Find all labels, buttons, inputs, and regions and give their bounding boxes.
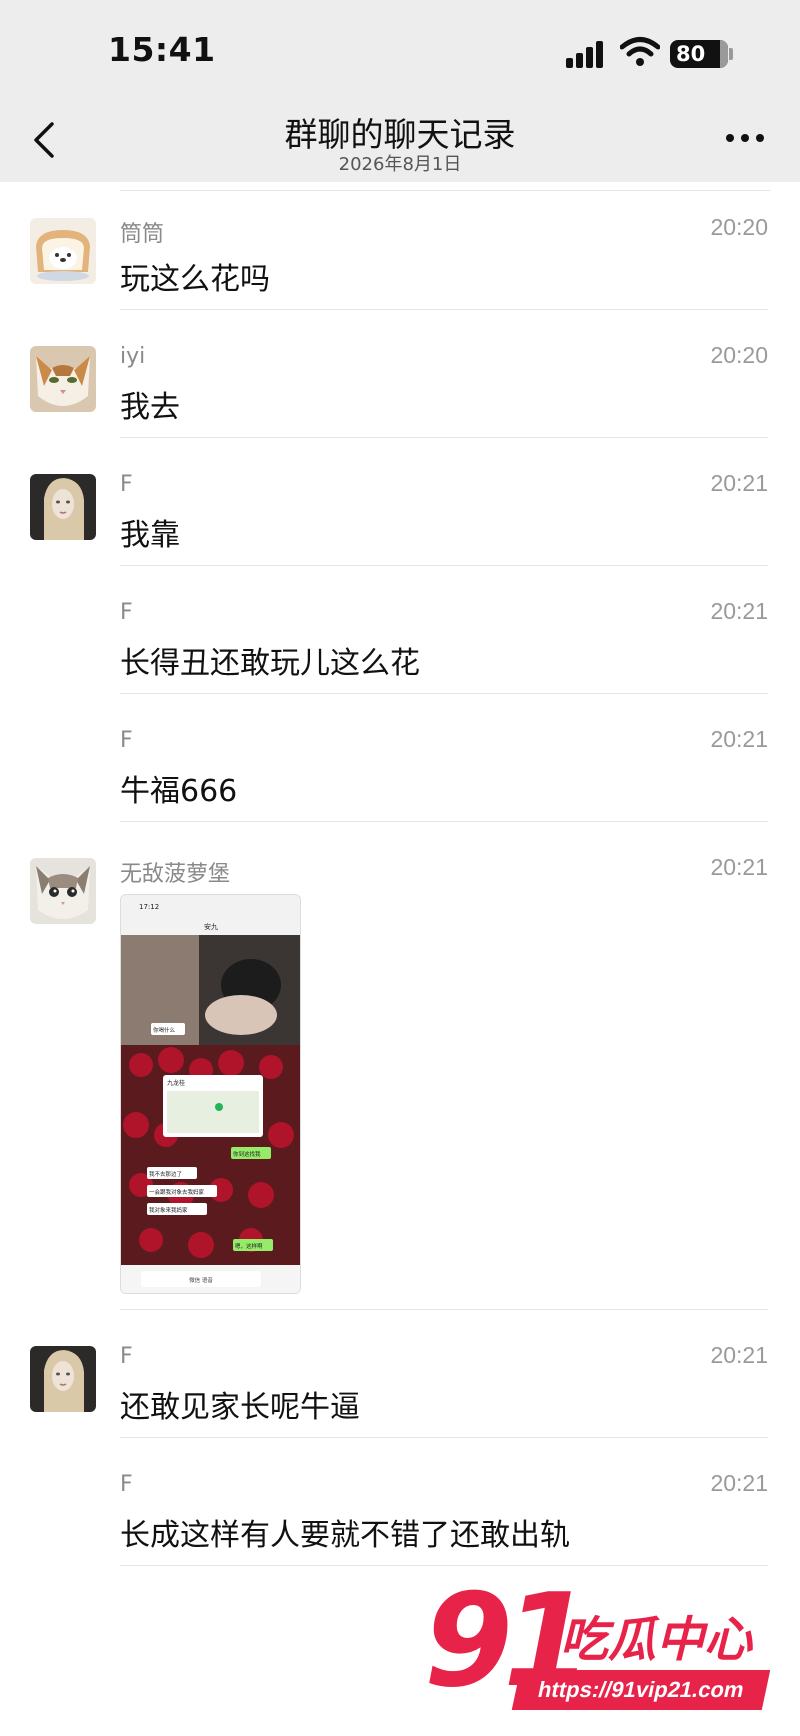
sender-name: F <box>120 1472 133 1497</box>
message-item-image[interactable]: 无敌菠萝堡 20:21 17:12 安九 你喝什么 九龙桂 你到这找我 我不去那… <box>0 822 800 1310</box>
message-item[interactable]: F 20:21 我靠 <box>0 438 800 566</box>
screenshot-bubble: 我不去那边了 <box>149 1170 182 1178</box>
wifi-icon <box>620 37 660 66</box>
sender-name: F <box>120 472 133 497</box>
sender-name: F <box>120 600 133 625</box>
bread-dog-avatar[interactable] <box>30 218 96 284</box>
blonde-girl-avatar[interactable] <box>30 1346 96 1412</box>
sender-name: 筒筒 <box>120 222 165 247</box>
screenshot-bubble: 嗯，这样啊 <box>235 1242 263 1250</box>
status-time: 15:41 <box>108 30 216 69</box>
message-text: 我去 <box>120 390 180 425</box>
battery-icon: 80 <box>670 40 728 68</box>
message-list[interactable]: 筒筒 20:20 玩这么花吗 iyi 20:20 我去 F 20:21 我靠 F… <box>0 182 800 1566</box>
sender-name: 无敌菠萝堡 <box>120 862 231 887</box>
screenshot-time: 17:12 <box>139 903 159 911</box>
more-options-icon[interactable] <box>726 134 766 144</box>
message-item[interactable]: F 20:21 牛福666 <box>0 694 800 822</box>
message-text: 长得丑还敢玩儿这么花 <box>120 646 420 681</box>
screenshot-title: 安九 <box>204 922 218 931</box>
screenshot-input: 微信 语音 <box>189 1276 213 1284</box>
screenshot-bubble: 一会跟我对象去我妈家 <box>149 1188 205 1196</box>
message-time: 20:21 <box>710 1342 768 1368</box>
blonde-girl-avatar[interactable] <box>30 474 96 540</box>
screenshot-bubble: 你喝什么 <box>153 1026 176 1034</box>
cellular-signal-icon <box>566 40 610 68</box>
message-text: 牛福666 <box>120 774 238 809</box>
page-title: 群聊的聊天记录 <box>284 115 516 154</box>
screenshot-location-title: 九龙桂 <box>167 1079 185 1087</box>
battery-level: 80 <box>676 42 706 66</box>
message-time: 20:21 <box>710 470 768 496</box>
message-time: 20:21 <box>710 598 768 624</box>
message-text: 还敢见家长呢牛逼 <box>120 1390 360 1425</box>
message-item[interactable]: F 20:21 长得丑还敢玩儿这么花 <box>0 566 800 694</box>
sender-name: F <box>120 1344 133 1369</box>
top-bar: 15:41 80 群聊的聊天记录 2026年8月1日 <box>0 0 800 182</box>
sender-name: iyi <box>120 344 146 369</box>
message-item[interactable]: 筒筒 20:20 玩这么花吗 <box>0 182 800 310</box>
message-time: 20:20 <box>710 342 768 368</box>
message-text: 长成这样有人要就不错了还敢出轨 <box>120 1518 570 1553</box>
message-item[interactable]: iyi 20:20 我去 <box>0 310 800 438</box>
watermark-url: https://91vip21.com <box>511 1670 771 1710</box>
watermark-logo: 91 吃瓜中心 https://91vip21.com <box>424 1578 774 1728</box>
screenshot-bubble: 我对象来我妈家 <box>149 1206 188 1214</box>
watermark-name: 吃瓜中心 <box>560 1612 753 1668</box>
message-time: 20:20 <box>710 214 768 240</box>
divider <box>120 1565 768 1566</box>
message-time: 20:21 <box>710 854 768 880</box>
chat-screenshot-image[interactable]: 17:12 安九 你喝什么 九龙桂 你到这找我 我不去那边了 一会跟我对象去我妈… <box>120 894 301 1294</box>
message-text: 玩这么花吗 <box>120 262 270 297</box>
battery-tip <box>729 48 733 60</box>
message-time: 20:21 <box>710 1470 768 1496</box>
message-item[interactable]: F 20:21 还敢见家长呢牛逼 <box>0 1310 800 1438</box>
message-time: 20:21 <box>710 726 768 752</box>
sender-name: F <box>120 728 133 753</box>
kitten-avatar[interactable] <box>30 858 96 924</box>
screenshot-bubble: 你到这找我 <box>233 1150 261 1158</box>
message-item[interactable]: F 20:21 长成这样有人要就不错了还敢出轨 <box>0 1438 800 1566</box>
message-text: 我靠 <box>120 518 180 553</box>
cat-avatar[interactable] <box>30 346 96 412</box>
page-subtitle-date: 2026年8月1日 <box>338 154 462 175</box>
